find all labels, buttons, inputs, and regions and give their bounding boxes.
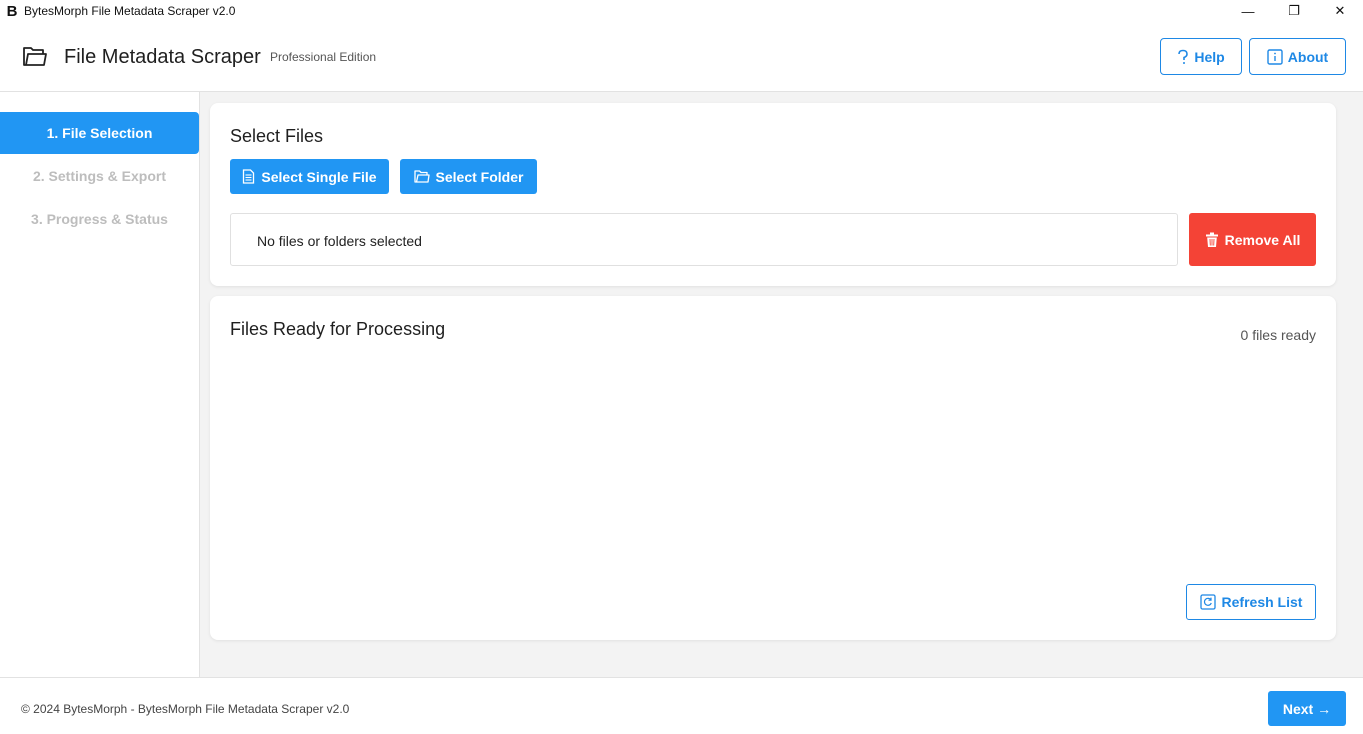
about-button[interactable]: About <box>1249 38 1346 75</box>
sidebar: 1. File Selection 2. Settings & Export 3… <box>0 92 200 677</box>
select-folder-button[interactable]: Select Folder <box>400 159 537 194</box>
remove-all-button[interactable]: Remove All <box>1189 213 1316 266</box>
trash-icon <box>1205 232 1219 248</box>
help-button[interactable]: Help <box>1160 38 1242 75</box>
window-titlebar: B BytesMorph File Metadata Scraper v2.0 … <box>0 0 1363 22</box>
window-title: BytesMorph File Metadata Scraper v2.0 <box>24 4 236 18</box>
main-content: Select Files Select Single File Select F… <box>200 92 1363 677</box>
files-list <box>230 356 1316 571</box>
about-label: About <box>1287 48 1329 65</box>
refresh-icon <box>1199 594 1216 610</box>
file-icon <box>242 169 255 184</box>
app-title: File Metadata Scraper <box>64 46 261 68</box>
next-button[interactable]: Next → <box>1268 691 1346 726</box>
select-folder-label: Select Folder <box>435 168 524 185</box>
folder-icon <box>22 46 48 68</box>
select-single-file-label: Select Single File <box>261 168 377 185</box>
select-single-file-button[interactable]: Select Single File <box>230 159 389 194</box>
close-button[interactable]: ✕ <box>1317 0 1363 22</box>
remove-all-label: Remove All <box>1224 231 1301 248</box>
sidebar-item-file-selection[interactable]: 1. File Selection <box>0 112 199 154</box>
selection-display: No files or folders selected <box>230 213 1178 266</box>
select-files-title: Select Files <box>230 126 324 146</box>
files-ready-count: 0 files ready <box>1240 327 1316 343</box>
copyright-text: © 2024 BytesMorph - BytesMorph File Meta… <box>21 702 350 716</box>
app-footer: © 2024 BytesMorph - BytesMorph File Meta… <box>0 677 1363 734</box>
refresh-list-label: Refresh List <box>1221 594 1303 610</box>
app-logo-icon: B <box>6 2 18 20</box>
help-label: Help <box>1194 48 1225 65</box>
selection-status-text: No files or folders selected <box>257 233 422 249</box>
info-icon <box>1267 48 1283 65</box>
minimize-button[interactable]: — <box>1225 0 1271 22</box>
window-controls: — ❐ ✕ <box>1225 0 1363 22</box>
folder-icon <box>413 170 430 183</box>
app-header: File Metadata Scraper Professional Editi… <box>0 22 1363 92</box>
refresh-list-button[interactable]: Refresh List <box>1186 584 1316 620</box>
sidebar-item-settings-export[interactable]: 2. Settings & Export <box>0 155 199 197</box>
edition-label: Professional Edition <box>270 50 377 64</box>
maximize-button[interactable]: ❐ <box>1271 0 1317 22</box>
files-ready-title: Files Ready for Processing <box>230 319 446 339</box>
select-files-card: Select Files Select Single File Select F… <box>210 103 1336 286</box>
sidebar-item-progress-status[interactable]: 3. Progress & Status <box>0 198 199 240</box>
files-ready-card: Files Ready for Processing 0 files ready… <box>210 296 1336 640</box>
help-icon <box>1177 49 1189 65</box>
